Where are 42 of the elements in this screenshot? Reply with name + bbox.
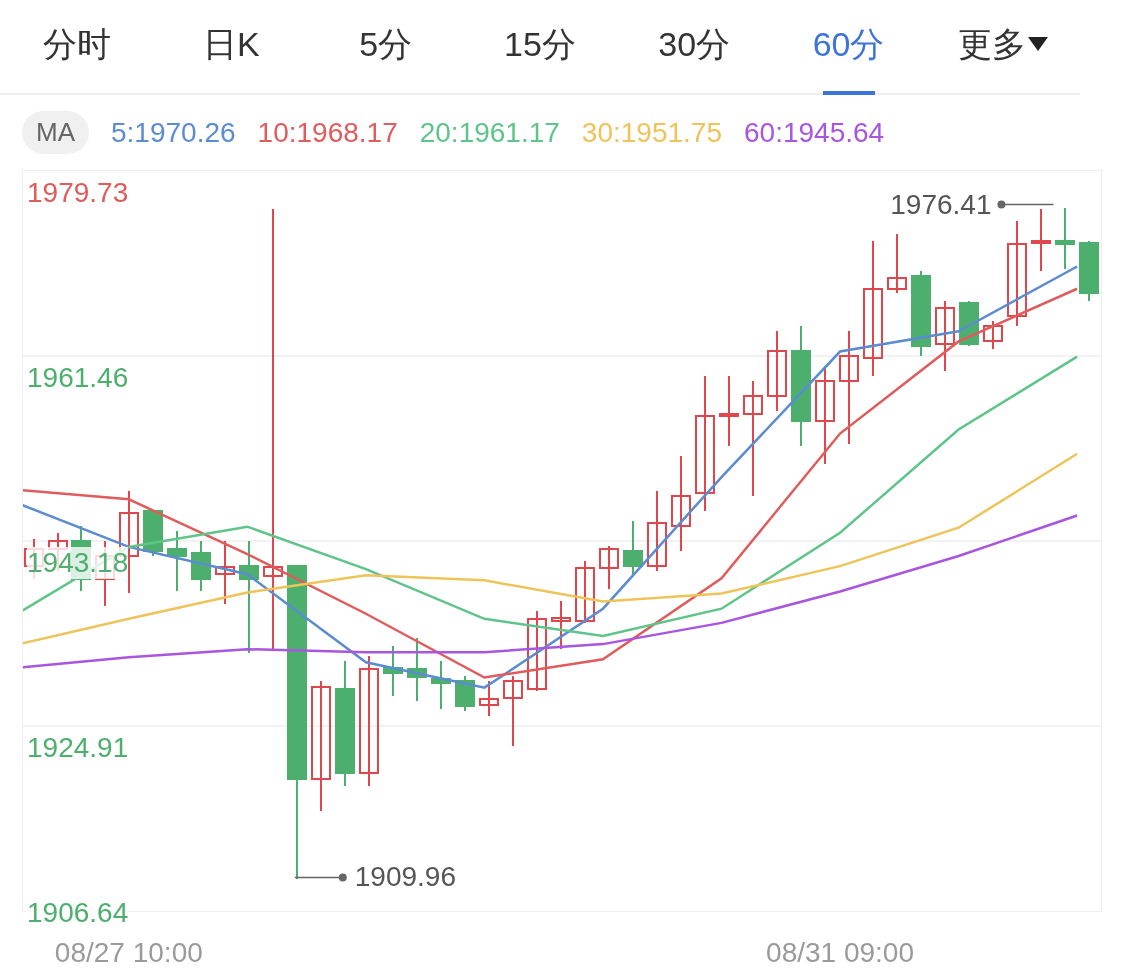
- price-marker-label: 1909.96: [354, 861, 456, 894]
- candlestick: [479, 680, 499, 717]
- candlestick: [455, 675, 475, 712]
- candlestick: [1079, 240, 1099, 302]
- candlestick: [887, 233, 907, 294]
- timeframe-tab[interactable]: 日K: [154, 0, 309, 95]
- ma-value: 20:1961.17: [419, 115, 560, 150]
- candlestick: [143, 510, 163, 557]
- timeframe-tab[interactable]: 30分: [617, 0, 772, 95]
- y-axis-label: 1943.18: [27, 547, 129, 580]
- candlestick: [383, 645, 403, 697]
- ma-label: MA: [22, 111, 89, 154]
- ma-value: 5:1970.26: [111, 115, 236, 150]
- ma-value: 10:1968.17: [257, 115, 398, 150]
- candlestick: [551, 600, 571, 650]
- timeframe-tab[interactable]: 60分: [771, 0, 926, 95]
- ma-value: 60:1945.64: [744, 115, 885, 150]
- candlestick: [407, 637, 427, 702]
- candlestick: [431, 660, 451, 710]
- candlestick: [623, 520, 643, 577]
- candlestick: [575, 560, 595, 624]
- price-marker-line: [997, 200, 1055, 209]
- x-axis-label: 08/27 10:00: [54, 936, 203, 970]
- timeframe-tab[interactable]: 更多: [925, 0, 1080, 95]
- price-marker-line: [294, 873, 347, 882]
- candlestick: [191, 540, 211, 592]
- price-marker-label: 1976.41: [890, 188, 992, 221]
- candlestick: [167, 530, 187, 592]
- timeframe-tab[interactable]: 15分: [462, 0, 618, 95]
- x-axis-label: 08/31 09:00: [766, 936, 914, 970]
- caret-icon: [1027, 37, 1048, 51]
- candlestick: [983, 320, 1003, 350]
- candlestick: [1031, 208, 1051, 272]
- candlestick: [1055, 207, 1075, 270]
- timeframe-tab[interactable]: 5分: [308, 0, 463, 95]
- candlestick: [599, 545, 619, 590]
- timeframe-tab[interactable]: 分时: [0, 0, 155, 95]
- candlestick: [215, 540, 235, 605]
- candlestick: [503, 675, 523, 747]
- candlestick: [719, 375, 739, 447]
- ma-value: 30:1951.75: [581, 115, 722, 150]
- candlestick: [935, 300, 955, 372]
